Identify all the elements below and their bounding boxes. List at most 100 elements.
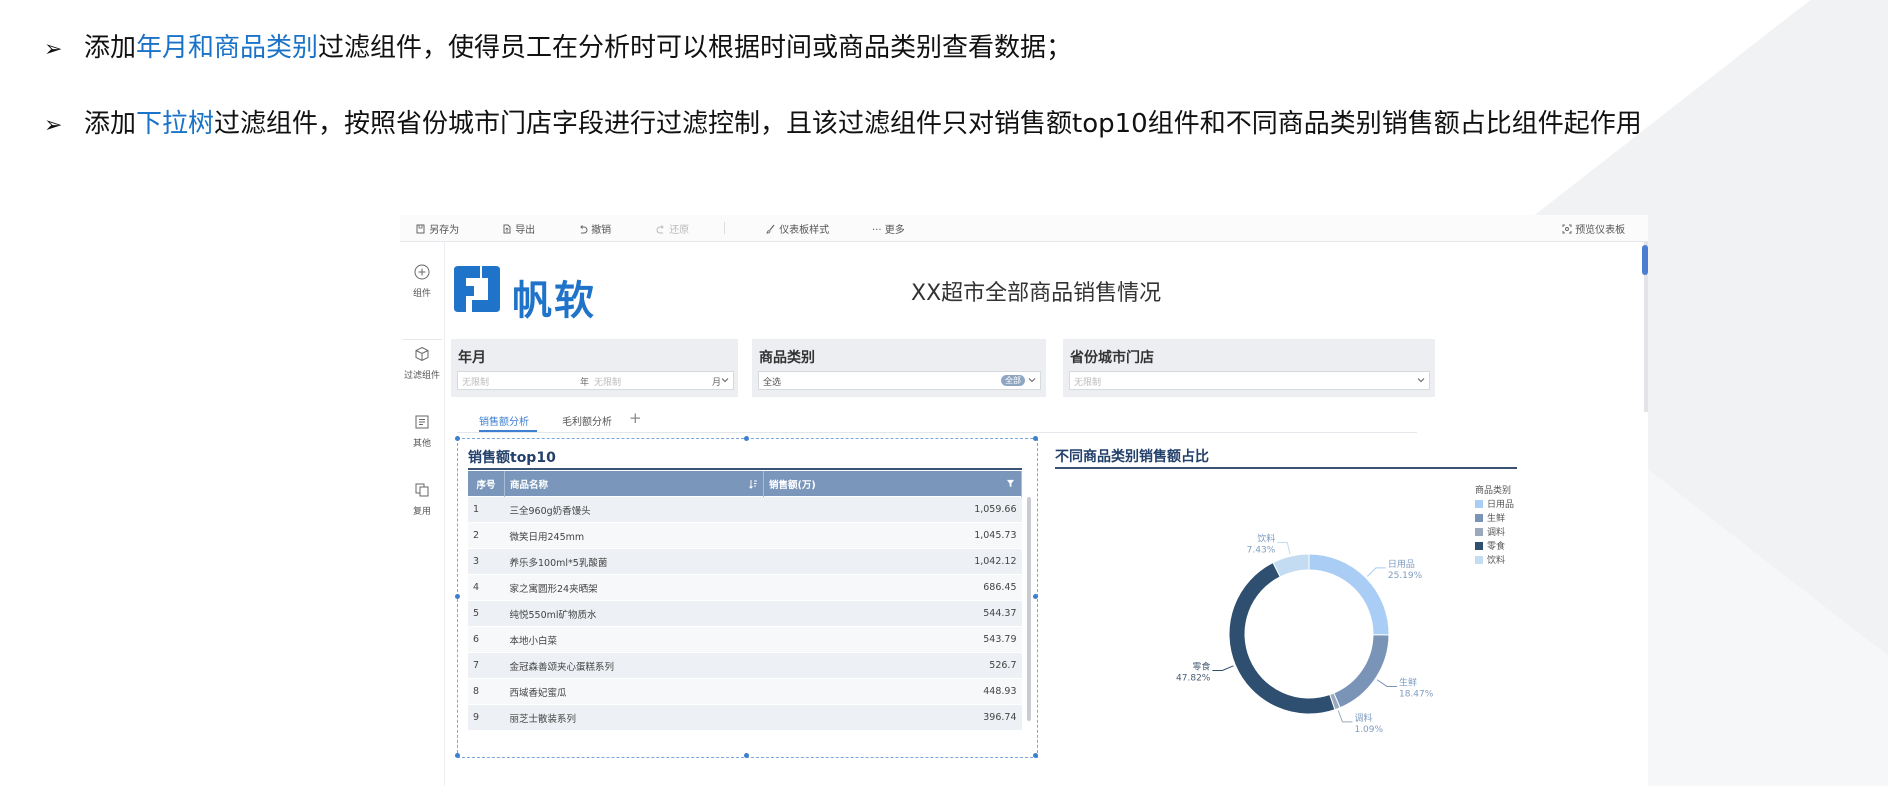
legend-label: 日用品 [1487,500,1515,510]
province-placeholder: 无限制 [1074,378,1102,388]
column-header[interactable]: 序号 [468,471,505,497]
resize-handle[interactable] [455,436,460,441]
legend-label: 饮料 [1487,556,1506,566]
bullet-point: ➢ 添加年月和商品类别过滤组件，使得员工在分析时可以根据时间或商品类别查看数据； [44,27,1072,64]
filter-title: 年月 [458,350,486,366]
category-share-widget[interactable]: 不同商品类别销售额占比 日用品 25.19% 生鲜 18.47% 调料 1.09% 零食 47… [1051,438,1637,786]
product-name-cell: 养乐多100ml*5乳酸菌 [504,548,764,575]
redo-button[interactable]: 还原 [656,221,689,236]
table-row[interactable]: 2 微笑日用245mm 1,045.73 [468,522,1022,549]
slice-category-label: 日用品 [1388,559,1415,570]
sales-cell: 1,045.73 [763,522,1022,549]
chevron-down-icon[interactable] [1416,375,1426,385]
pie-slice-日用品[interactable] [1308,553,1390,636]
export-button[interactable]: 导出 [502,221,535,236]
tab-gross-profit-analysis[interactable]: 毛利额分析 [562,413,612,428]
sidebar-item-label: 复用 [412,507,431,517]
product-name-cell: 三全960g奶香馒头 [504,496,764,523]
legend-swatch [1475,500,1483,508]
sidebar-item-components[interactable]: 组件 [400,264,444,299]
table-row[interactable]: 1 三全960g奶香馒头 1,059.66 [468,496,1022,523]
product-name-cell: 纯悦550ml矿物质水 [504,600,764,627]
redo-label: 还原 [669,225,690,236]
product-name-cell: 西域香妃蜜瓜 [504,678,764,705]
table-row[interactable]: 5 纯悦550ml矿物质水 544.37 [468,600,1022,627]
chevron-down-icon[interactable] [1027,375,1037,385]
slice-percent-label: 18.47% [1399,689,1434,699]
legend-label: 零食 [1487,542,1506,552]
column-header-label: 销售额(万) [769,479,816,491]
category-select[interactable]: 全选 全部 [758,371,1041,390]
rank-cell: 2 [468,522,505,549]
resize-handle[interactable] [455,753,460,758]
chevron-down-icon[interactable] [720,375,730,385]
bullet-text: 过滤组件，使得员工在分析时可以根据时间或商品类别查看数据； [318,33,1073,63]
more-button[interactable]: ··· 更多 [872,221,905,236]
legend-label: 调料 [1487,528,1506,538]
legend-item[interactable]: 生鲜 [1475,511,1514,525]
toolbar: 另存为 导出 撤销 还原 仪表板样式 ··· 更多 预览仪表板 [400,215,1648,242]
resize-handle[interactable] [455,594,460,599]
text-box-icon [415,415,429,429]
cube-icon [415,346,429,362]
sales-cell: 686.45 [763,574,1022,601]
year-month-input[interactable]: 无限制 年 无限制 月 [457,371,734,390]
column-header-label: 商品名称 [510,479,549,491]
preview-label: 预览仪表板 [1575,225,1626,236]
rank-cell: 1 [468,496,505,523]
column-header[interactable]: 销售额(万) [763,471,1022,497]
table-row[interactable]: 9 丽芝士散装系列 396.74 [468,704,1022,730]
pie-slice-饮料[interactable] [1272,553,1310,578]
resize-handle[interactable] [1033,594,1038,599]
sales-cell: 1,042.12 [763,548,1022,575]
canvas-scrollbar-thumb[interactable] [1642,245,1648,275]
sales-top10-widget[interactable]: 销售额top10 序号 商品名称 销售额(万) 1 三全960g奶香馒头 1,0… [455,436,1038,758]
slice-category-label: 生鲜 [1399,676,1417,688]
dropdown-tree-select[interactable]: 无限制 [1069,371,1430,390]
pie-slice-生鲜[interactable] [1333,634,1390,709]
legend-item[interactable]: 零食 [1475,539,1514,553]
legend-item[interactable]: 饮料 [1475,553,1514,567]
table-row[interactable]: 6 本地小白菜 543.79 [468,626,1022,653]
slice-category-label: 饮料 [1257,533,1275,545]
sales-cell: 396.74 [763,704,1022,730]
legend-item[interactable]: 调料 [1475,525,1514,539]
sort-icon[interactable] [748,479,758,489]
sidebar-item-filter-components[interactable]: 过滤组件 [400,346,444,381]
table-row[interactable]: 7 金冠森善颂夹心蛋糕系列 526.7 [468,652,1022,679]
export-icon [503,224,511,234]
table-row[interactable]: 8 西域香妃蜜瓜 448.93 [468,678,1022,705]
sidebar-item-label: 组件 [412,289,431,299]
sales-table: 序号 商品名称 销售额(万) 1 三全960g奶香馒头 1,059.66 2 微笑日用… [468,471,1022,730]
slice-percent-label: 25.19% [1388,571,1423,581]
resize-handle[interactable] [1033,753,1038,758]
rank-cell: 5 [468,600,505,627]
dashboard-style-label: 仪表板样式 [779,225,830,236]
table-row[interactable]: 3 养乐多100ml*5乳酸菌 1,042.12 [468,548,1022,575]
arrow-bullet-icon: ➢ [44,37,63,62]
filter-icon[interactable] [1006,479,1015,488]
add-tab-button[interactable]: + [629,409,642,427]
rank-cell: 8 [468,678,505,705]
table-scrollbar[interactable] [1027,497,1031,721]
sidebar-item-other[interactable]: 其他 [400,414,444,449]
sales-cell: 448.93 [763,678,1022,705]
legend-item[interactable]: 日用品 [1475,497,1514,511]
preview-dashboard-button[interactable]: 预览仪表板 [1562,221,1625,236]
sidebar-divider [402,339,442,340]
undo-icon [580,225,588,234]
province-city-store-filter: 省份城市门店 无限制 [1063,339,1435,397]
resize-handle[interactable] [1033,436,1038,441]
table-row[interactable]: 4 家之寓圆形24夹晒架 686.45 [468,574,1022,601]
undo-button[interactable]: 撤销 [578,221,611,236]
save-as-button[interactable]: 另存为 [416,221,459,236]
column-header[interactable]: 商品名称 [504,471,764,497]
resize-handle[interactable] [744,436,749,441]
dashboard-style-button[interactable]: 仪表板样式 [766,221,829,236]
rank-cell: 7 [468,652,505,679]
pie-slice-零食[interactable] [1228,561,1336,715]
legend-swatch [1475,514,1483,522]
resize-handle[interactable] [744,753,749,758]
tab-sales-analysis[interactable]: 销售额分析 [479,413,529,428]
sidebar-item-reuse[interactable]: 复用 [400,482,444,517]
